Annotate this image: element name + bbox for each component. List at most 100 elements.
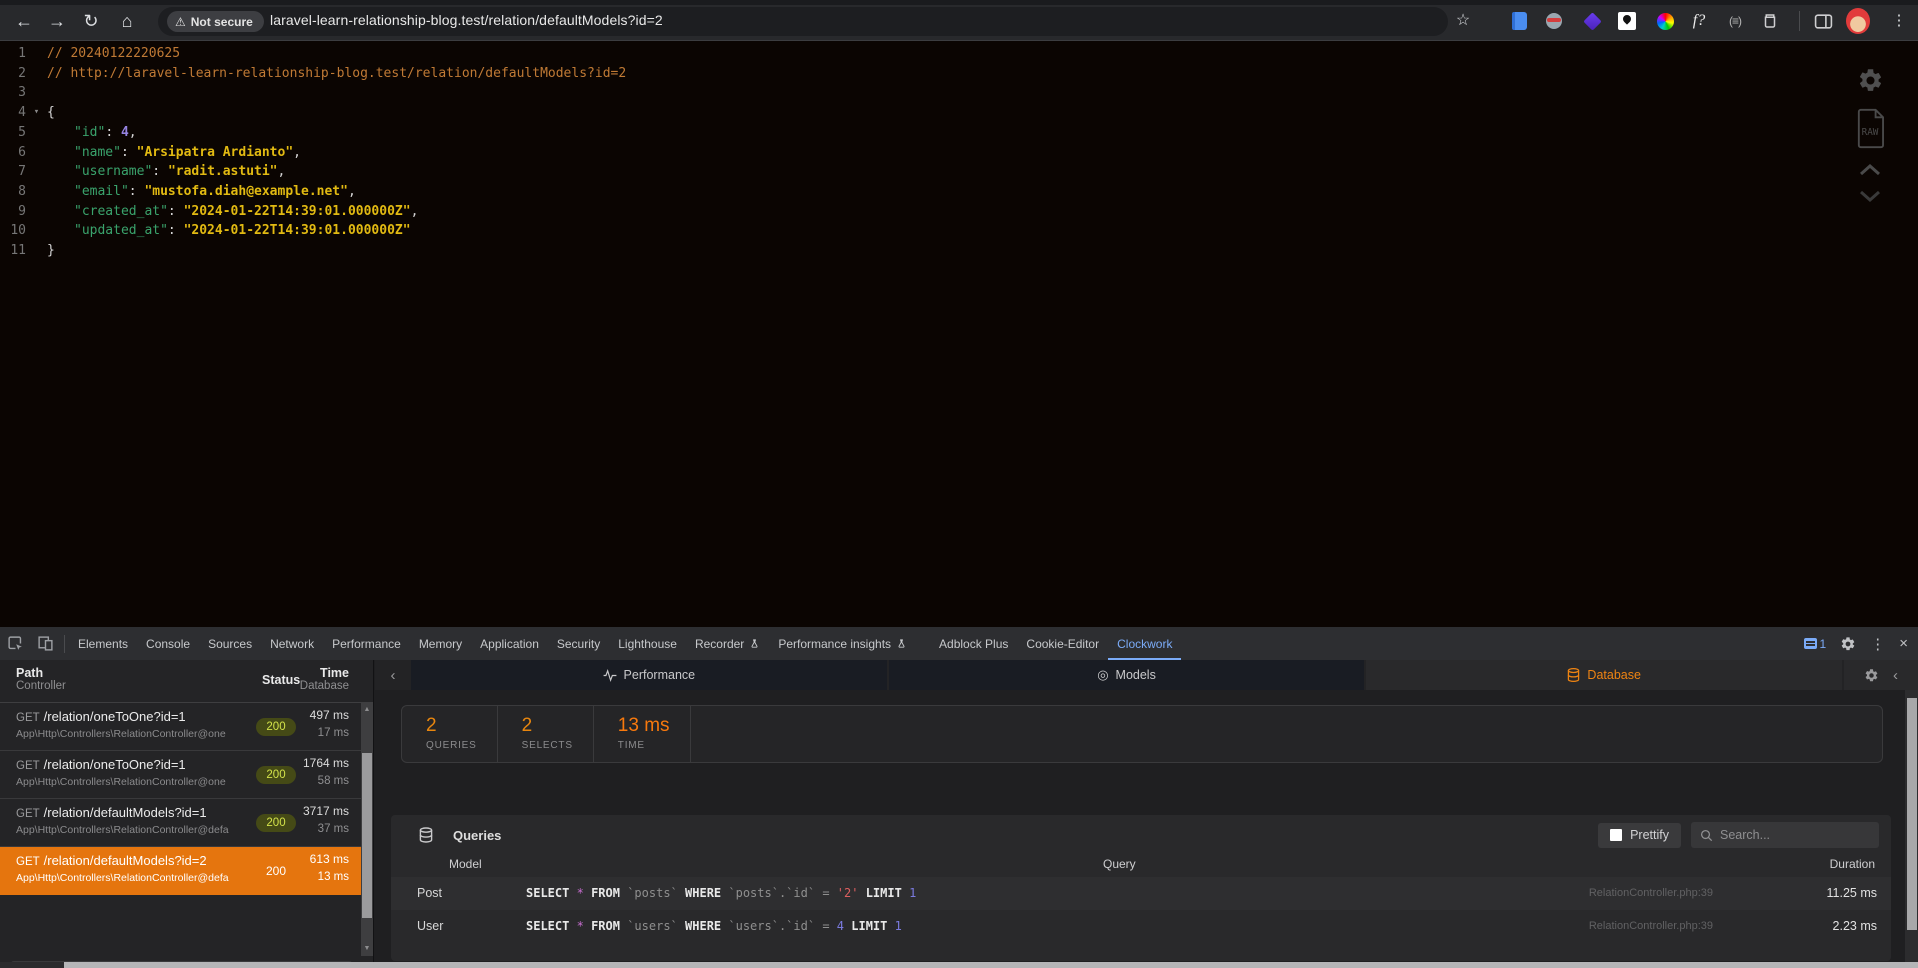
request-db-time: 37 ms [318, 823, 349, 835]
line-number: 10 [6, 221, 26, 241]
line-number: 7 [6, 162, 26, 182]
tab-clockwork[interactable]: Clockwork [1108, 627, 1181, 660]
horizontal-scrollbar[interactable] [0, 962, 1918, 968]
viewer-settings-gear-icon[interactable] [1850, 67, 1890, 94]
scrollbar-up-arrow[interactable]: ▲ [361, 704, 373, 716]
raw-label: RAW [1862, 127, 1879, 138]
tab-adblock-plus[interactable]: Adblock Plus [930, 627, 1017, 660]
query-duration: 2.23 ms [1833, 919, 1877, 933]
collapse-arrow-icon[interactable]: ▾ [26, 103, 47, 123]
clockwork-settings-gear-icon[interactable] [1864, 668, 1879, 683]
back-icon[interactable]: ← [11, 8, 37, 34]
bookmark-star-icon[interactable]: ☆ [1450, 8, 1476, 34]
line-number: 1 [6, 44, 26, 64]
extension-fontface-icon[interactable]: f? [1687, 9, 1711, 33]
collapse-panel-icon[interactable]: ‹ [1893, 667, 1898, 684]
clockwork-tab-performance[interactable]: Performance [411, 660, 889, 690]
tab-lighthouse[interactable]: Lighthouse [609, 627, 686, 660]
prettify-toggle[interactable]: Prettify [1598, 823, 1681, 848]
extension-notes-icon[interactable] [1507, 9, 1531, 33]
tab-elements[interactable]: Elements [69, 627, 137, 660]
tab-security[interactable]: Security [548, 627, 609, 660]
code-line: 5"id": 4, [0, 123, 626, 143]
query-row[interactable]: User SELECT * FROM `users` WHERE `users`… [391, 910, 1891, 943]
column-database: Database [300, 680, 349, 692]
devtools-settings-gear-icon[interactable] [1840, 636, 1856, 652]
tabs-scroll-left-icon[interactable]: ‹ [375, 660, 411, 690]
extension-adblock-icon[interactable] [1542, 9, 1566, 33]
scrollbar-thumb[interactable] [362, 753, 372, 918]
request-time: 497 ms [310, 708, 349, 722]
scrollbar-thumb[interactable] [64, 962, 1918, 968]
tab-network[interactable]: Network [261, 627, 323, 660]
console-messages-icon[interactable]: 1 [1804, 637, 1827, 651]
tab-recorder[interactable]: Recorder [686, 627, 769, 660]
url-text[interactable]: laravel-learn-relationship-blog.test/rel… [270, 12, 663, 28]
raw-view-icon[interactable]: RAW [1850, 108, 1890, 149]
tab-performance-insights[interactable]: Performance insights [769, 627, 916, 660]
extensions-menu-icon[interactable] [1758, 9, 1782, 33]
clockwork-tab-models[interactable]: ◎ Models [889, 660, 1367, 690]
request-time: 613 ms [310, 852, 349, 866]
clockwork-tab-controls: ‹ [1844, 660, 1918, 690]
json-value: "2024-01-22T14:39:01.000000Z" [184, 204, 411, 219]
scroll-up-icon[interactable] [1850, 163, 1890, 176]
request-row[interactable]: GET/relation/defaultModels?id=1 App\Http… [0, 799, 373, 847]
clockwork-tab-database[interactable]: Database [1366, 660, 1844, 690]
tab-cookie-editor[interactable]: Cookie-Editor [1017, 627, 1108, 660]
scrollbar-thumb[interactable] [1907, 698, 1917, 930]
forward-icon[interactable]: → [44, 8, 70, 34]
stat-label: TIME [618, 740, 670, 751]
main-panel-scrollbar[interactable] [1905, 690, 1918, 962]
scrollbar-down-arrow[interactable]: ▼ [361, 943, 373, 955]
json-key: "updated_at" [74, 223, 168, 238]
browser-toolbar: ← → ↻ ⌂ ⚠ Not secure laravel-learn-relat… [0, 0, 1918, 41]
request-time: 1764 ms [303, 756, 349, 770]
column-controller: Controller [16, 680, 66, 692]
clockwork-main-panel: ‹ Performance ◎ Models Database [375, 660, 1918, 968]
tab-application[interactable]: Application [471, 627, 548, 660]
clockwork-request-sidebar: PathController Status TimeDatabase GET/r… [0, 660, 374, 962]
search-icon [1700, 829, 1713, 842]
not-secure-badge[interactable]: ⚠ Not secure [167, 11, 264, 32]
json-value: 4 [121, 125, 129, 140]
scroll-down-icon[interactable] [1850, 190, 1890, 203]
column-time: Time [300, 666, 349, 680]
inspect-element-icon[interactable] [0, 627, 30, 660]
sidebar-scrollbar[interactable]: ▲ ▼ [361, 703, 373, 956]
line-number: 11 [6, 241, 26, 261]
query-source-file: RelationController.php:39 [1589, 920, 1713, 932]
extension-json-icon[interactable]: (≡) [1723, 9, 1747, 33]
profile-avatar[interactable] [1846, 9, 1870, 33]
request-db-time: 58 ms [318, 775, 349, 787]
line-number: 3 [6, 83, 26, 103]
extension-ip-pin-icon[interactable] [1615, 9, 1639, 33]
code-line: 2// http://laravel-learn-relationship-bl… [0, 64, 626, 84]
json-value: "mustofa.diah@example.net" [144, 184, 348, 199]
device-toolbar-icon[interactable] [30, 627, 60, 660]
home-icon[interactable]: ⌂ [114, 8, 140, 34]
line-number: 5 [6, 123, 26, 143]
extension-colorpicker-icon[interactable] [1653, 9, 1677, 33]
tab-console[interactable]: Console [137, 627, 199, 660]
query-search[interactable] [1691, 822, 1879, 848]
tab-sources[interactable]: Sources [199, 627, 261, 660]
request-row[interactable]: GET/relation/oneToOne?id=1 App\Http\Cont… [0, 703, 373, 751]
devtools-menu-icon[interactable]: ⋮ [1870, 635, 1885, 653]
devtools-close-icon[interactable]: × [1899, 635, 1908, 652]
query-row[interactable]: Post SELECT * FROM `posts` WHERE `posts`… [391, 877, 1891, 910]
tab-memory[interactable]: Memory [410, 627, 471, 660]
request-row-selected[interactable]: GET/relation/defaultModels?id=2 App\Http… [0, 847, 373, 895]
devtools-strip-controls: 1 ⋮ × [1804, 627, 1914, 660]
side-panel-icon[interactable] [1811, 9, 1835, 33]
request-row[interactable]: GET/relation/oneToOne?id=1 App\Http\Cont… [0, 751, 373, 799]
extension-diamond-icon[interactable] [1580, 9, 1604, 33]
browser-menu-icon[interactable]: ⋮ [1886, 8, 1912, 34]
query-source-file: RelationController.php:39 [1589, 887, 1713, 899]
reload-icon[interactable]: ↻ [78, 8, 104, 34]
json-value: "2024-01-22T14:39:01.000000Z" [184, 223, 411, 238]
search-input[interactable] [1720, 828, 1860, 842]
tab-performance[interactable]: Performance [323, 627, 410, 660]
address-bar[interactable]: ⚠ Not secure laravel-learn-relationship-… [158, 7, 1448, 36]
database-stats-bar: 2 QUERIES 2 SELECTS 13 ms TIME [401, 705, 1883, 763]
